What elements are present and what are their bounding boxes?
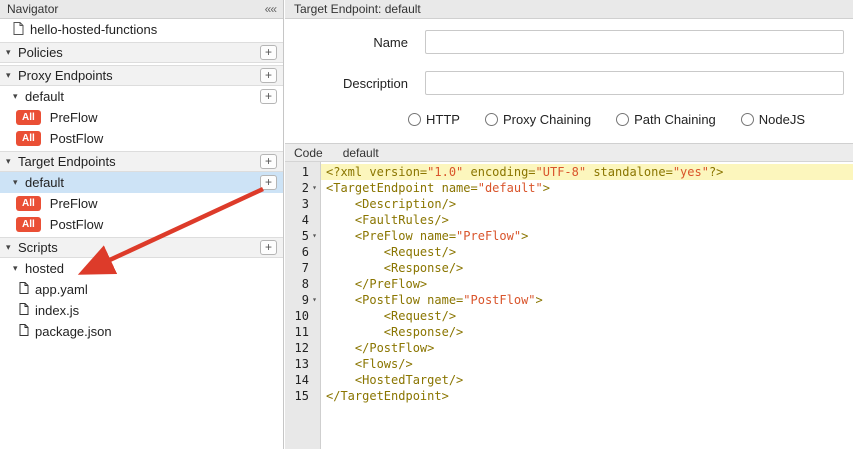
fold-toggle-icon bbox=[309, 196, 320, 212]
main-header: Target Endpoint: default bbox=[285, 0, 853, 19]
section-proxy-endpoints[interactable]: ▾ Proxy Endpoints + bbox=[0, 65, 283, 86]
proxy-postflow-item[interactable]: All PostFlow bbox=[0, 128, 283, 149]
section-target-endpoints-label: Target Endpoints bbox=[18, 154, 116, 169]
all-badge: All bbox=[16, 131, 41, 146]
section-target-endpoints[interactable]: ▾ Target Endpoints + bbox=[0, 151, 283, 172]
description-input[interactable] bbox=[425, 71, 844, 95]
code-tab[interactable]: Code bbox=[294, 146, 323, 160]
chevron-down-icon[interactable]: ▾ bbox=[6, 156, 18, 167]
radio-nodejs-input[interactable] bbox=[741, 113, 754, 126]
section-policies-label: Policies bbox=[18, 45, 63, 60]
target-endpoint-default[interactable]: ▾ default + bbox=[0, 172, 283, 193]
code-editor: 12▾345▾6789▾101112131415 <?xml version="… bbox=[285, 162, 853, 449]
file-package-json[interactable]: package.json bbox=[0, 321, 283, 342]
fold-toggle-icon bbox=[309, 260, 320, 276]
fold-toggle-icon bbox=[309, 356, 320, 372]
chevron-down-icon[interactable]: ▾ bbox=[6, 70, 18, 81]
radio-path-chaining-input[interactable] bbox=[616, 113, 629, 126]
file-index-js-label: index.js bbox=[35, 303, 79, 318]
radio-proxy-chaining[interactable]: Proxy Chaining bbox=[485, 112, 591, 127]
radio-nodejs[interactable]: NodeJS bbox=[741, 112, 805, 127]
code-lines[interactable]: <?xml version="1.0" encoding="UTF-8" sta… bbox=[321, 162, 853, 449]
fold-toggle-icon bbox=[309, 308, 320, 324]
radio-nodejs-label: NodeJS bbox=[759, 112, 805, 127]
page-title: Target Endpoint: default bbox=[294, 2, 421, 16]
chevron-down-icon[interactable]: ▾ bbox=[13, 91, 25, 102]
main-panel: Target Endpoint: default Name Descriptio… bbox=[285, 0, 853, 449]
chevron-down-icon[interactable]: ▾ bbox=[13, 263, 25, 274]
target-preflow-item[interactable]: All PreFlow bbox=[0, 193, 283, 214]
fold-toggle-icon bbox=[309, 388, 320, 404]
fold-toggle-icon[interactable]: ▾ bbox=[309, 292, 320, 308]
fold-toggle-icon bbox=[309, 212, 320, 228]
fold-toggle-icon bbox=[309, 164, 320, 180]
radio-http[interactable]: HTTP bbox=[408, 112, 460, 127]
all-badge: All bbox=[16, 217, 41, 232]
document-icon bbox=[13, 22, 24, 38]
navigator-title: Navigator bbox=[7, 2, 58, 16]
file-index-js[interactable]: index.js bbox=[0, 300, 283, 321]
fold-toggle-icon bbox=[309, 340, 320, 356]
add-target-flow-button[interactable]: + bbox=[260, 175, 277, 190]
target-endpoint-default-label: default bbox=[25, 175, 64, 190]
add-target-endpoint-button[interactable]: + bbox=[260, 154, 277, 169]
collapse-panel-icon[interactable]: «« bbox=[265, 2, 276, 16]
file-icon bbox=[19, 303, 29, 318]
section-scripts-label: Scripts bbox=[18, 240, 58, 255]
target-type-radio-group: HTTP Proxy Chaining Path Chaining NodeJS bbox=[408, 112, 853, 127]
target-postflow-item[interactable]: All PostFlow bbox=[0, 214, 283, 235]
navigator-header: Navigator «« bbox=[0, 0, 283, 19]
radio-path-chaining-label: Path Chaining bbox=[634, 112, 716, 127]
proxy-endpoint-default[interactable]: ▾ default + bbox=[0, 86, 283, 107]
all-badge: All bbox=[16, 110, 41, 125]
file-app-yaml-label: app.yaml bbox=[35, 282, 88, 297]
fold-toggle-icon[interactable]: ▾ bbox=[309, 180, 320, 196]
section-policies[interactable]: ▾ Policies + bbox=[0, 42, 283, 63]
fold-toggle-icon[interactable]: ▾ bbox=[309, 228, 320, 244]
name-label: Name bbox=[285, 35, 425, 50]
section-proxy-endpoints-label: Proxy Endpoints bbox=[18, 68, 113, 83]
navigator-panel: Navigator «« hello-hosted-functions ▾ Po… bbox=[0, 0, 284, 449]
bundle-item[interactable]: hello-hosted-functions bbox=[0, 19, 283, 40]
fold-toggle-icon bbox=[309, 372, 320, 388]
code-gutter[interactable]: 12▾345▾6789▾101112131415 bbox=[285, 162, 321, 449]
file-icon bbox=[19, 324, 29, 339]
code-header: Code default bbox=[285, 143, 853, 162]
all-badge: All bbox=[16, 196, 41, 211]
bundle-label: hello-hosted-functions bbox=[30, 22, 157, 37]
endpoint-form: Name Description HTTP Proxy Chaining Pat… bbox=[285, 19, 853, 143]
file-icon bbox=[19, 282, 29, 297]
radio-proxy-chaining-label: Proxy Chaining bbox=[503, 112, 591, 127]
target-preflow-label: PreFlow bbox=[50, 196, 98, 211]
fold-toggle-icon bbox=[309, 276, 320, 292]
add-policy-button[interactable]: + bbox=[260, 45, 277, 60]
fold-toggle-icon bbox=[309, 244, 320, 260]
file-package-json-label: package.json bbox=[35, 324, 112, 339]
add-proxy-flow-button[interactable]: + bbox=[260, 89, 277, 104]
chevron-down-icon[interactable]: ▾ bbox=[6, 242, 18, 253]
file-app-yaml[interactable]: app.yaml bbox=[0, 279, 283, 300]
code-file-label: default bbox=[343, 146, 379, 160]
scripts-folder-hosted-label: hosted bbox=[25, 261, 64, 276]
section-scripts[interactable]: ▾ Scripts + bbox=[0, 237, 283, 258]
chevron-down-icon[interactable]: ▾ bbox=[13, 177, 25, 188]
proxy-postflow-label: PostFlow bbox=[50, 131, 103, 146]
proxy-preflow-item[interactable]: All PreFlow bbox=[0, 107, 283, 128]
name-input[interactable] bbox=[425, 30, 844, 54]
fold-toggle-icon bbox=[309, 324, 320, 340]
proxy-endpoint-default-label: default bbox=[25, 89, 64, 104]
add-script-button[interactable]: + bbox=[260, 240, 277, 255]
proxy-preflow-label: PreFlow bbox=[50, 110, 98, 125]
description-label: Description bbox=[285, 76, 425, 91]
chevron-down-icon[interactable]: ▾ bbox=[6, 47, 18, 58]
radio-http-input[interactable] bbox=[408, 113, 421, 126]
radio-http-label: HTTP bbox=[426, 112, 460, 127]
add-proxy-endpoint-button[interactable]: + bbox=[260, 68, 277, 83]
radio-path-chaining[interactable]: Path Chaining bbox=[616, 112, 716, 127]
radio-proxy-chaining-input[interactable] bbox=[485, 113, 498, 126]
scripts-folder-hosted[interactable]: ▾ hosted bbox=[0, 258, 283, 279]
target-postflow-label: PostFlow bbox=[50, 217, 103, 232]
